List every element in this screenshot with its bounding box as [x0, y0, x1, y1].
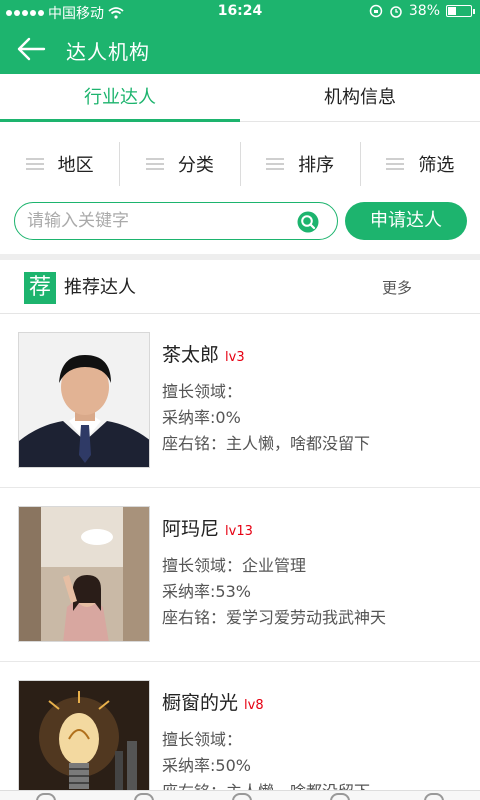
expert-field: 擅长领域：企业管理: [162, 556, 307, 575]
expert-level: lv13: [225, 524, 253, 539]
list-item[interactable]: 阿玛尼 lv13 擅长领域：企业管理 采纳率:53% 座右铭：爱学习爱劳动我武神…: [0, 488, 480, 662]
menu-lines-icon: [145, 158, 164, 170]
filter-label: 地区: [57, 155, 94, 176]
filter-sort[interactable]: 排序: [241, 142, 361, 186]
filter-category[interactable]: 分类: [120, 142, 241, 186]
menu-lines-icon: [25, 158, 44, 170]
avatar: [18, 332, 150, 468]
recommend-title: 推荐达人: [64, 277, 136, 298]
status-right: 38%: [369, 3, 475, 19]
search-box: [14, 202, 338, 240]
back-arrow-icon[interactable]: [16, 36, 46, 62]
home-icon[interactable]: [36, 793, 56, 800]
search-icon[interactable]: [297, 211, 319, 233]
tab-bar: 行业达人 机构信息: [0, 74, 480, 122]
expert-level: lv8: [244, 698, 264, 713]
menu-lines-icon: [386, 158, 405, 170]
expert-rate: 采纳率:50%: [162, 756, 251, 775]
avatar: [18, 680, 150, 800]
alarm-icon: [390, 6, 402, 18]
expert-name: 茶太郎: [162, 344, 220, 366]
menu-lines-icon: [266, 158, 285, 170]
page-title: 达人机构: [66, 40, 150, 64]
filter-region[interactable]: 地区: [0, 142, 121, 186]
more-link[interactable]: 更多: [382, 277, 412, 298]
expert-name-row: 阿玛尼 lv13: [162, 514, 253, 541]
tab-institution-info[interactable]: 机构信息: [240, 74, 480, 121]
avatar: [18, 506, 150, 642]
battery-icon: [446, 5, 475, 17]
apply-expert-button[interactable]: 申请达人: [345, 202, 467, 240]
expert-motto: 座右铭：爱学习爱劳动我武神天: [162, 608, 387, 627]
expert-level: lv3: [225, 350, 245, 365]
expert-field: 擅长领域：: [162, 730, 243, 749]
discover-icon[interactable]: [330, 793, 350, 800]
filter-bar: 地区 分类 排序 筛选: [0, 142, 480, 186]
expert-motto: 座右铭：主人懒，啥都没留下: [162, 434, 371, 453]
filter-label: 排序: [298, 155, 335, 176]
recommend-badge: 荐: [24, 272, 56, 304]
list-item[interactable]: 橱窗的光 lv8 擅长领域： 采纳率:50% 座右铭：主人懒，啥都没留下: [0, 662, 480, 800]
filter-label: 筛选: [418, 155, 455, 176]
filter-screen[interactable]: 筛选: [361, 142, 480, 186]
expert-rate: 采纳率:53%: [162, 582, 251, 601]
nav-bar: 达人机构: [0, 24, 480, 74]
list-item[interactable]: 茶太郎 lv3 擅长领域： 采纳率:0% 座右铭：主人懒，啥都没留下: [0, 314, 480, 488]
message-icon[interactable]: [232, 793, 252, 800]
expert-field: 擅长领域：: [162, 382, 243, 401]
battery-fill: [448, 7, 456, 15]
status-bar: 中国移动 16:24 38%: [0, 0, 480, 24]
profile-icon[interactable]: [424, 793, 444, 800]
bottom-tab-bar: [0, 790, 480, 800]
battery-percent: 38%: [408, 3, 440, 19]
expert-name: 阿玛尼: [162, 518, 220, 540]
expert-name: 橱窗的光: [162, 692, 239, 714]
expert-rate: 采纳率:0%: [162, 408, 241, 427]
expert-name-row: 橱窗的光 lv8: [162, 688, 264, 715]
expert-name-row: 茶太郎 lv3: [162, 340, 245, 367]
category-icon[interactable]: [134, 793, 154, 800]
tab-industry-experts[interactable]: 行业达人: [0, 74, 240, 122]
recommend-header: 荐 推荐达人 更多: [0, 260, 480, 314]
rotation-lock-icon: [369, 4, 383, 18]
filter-label: 分类: [177, 155, 214, 176]
search-input[interactable]: [27, 203, 287, 238]
